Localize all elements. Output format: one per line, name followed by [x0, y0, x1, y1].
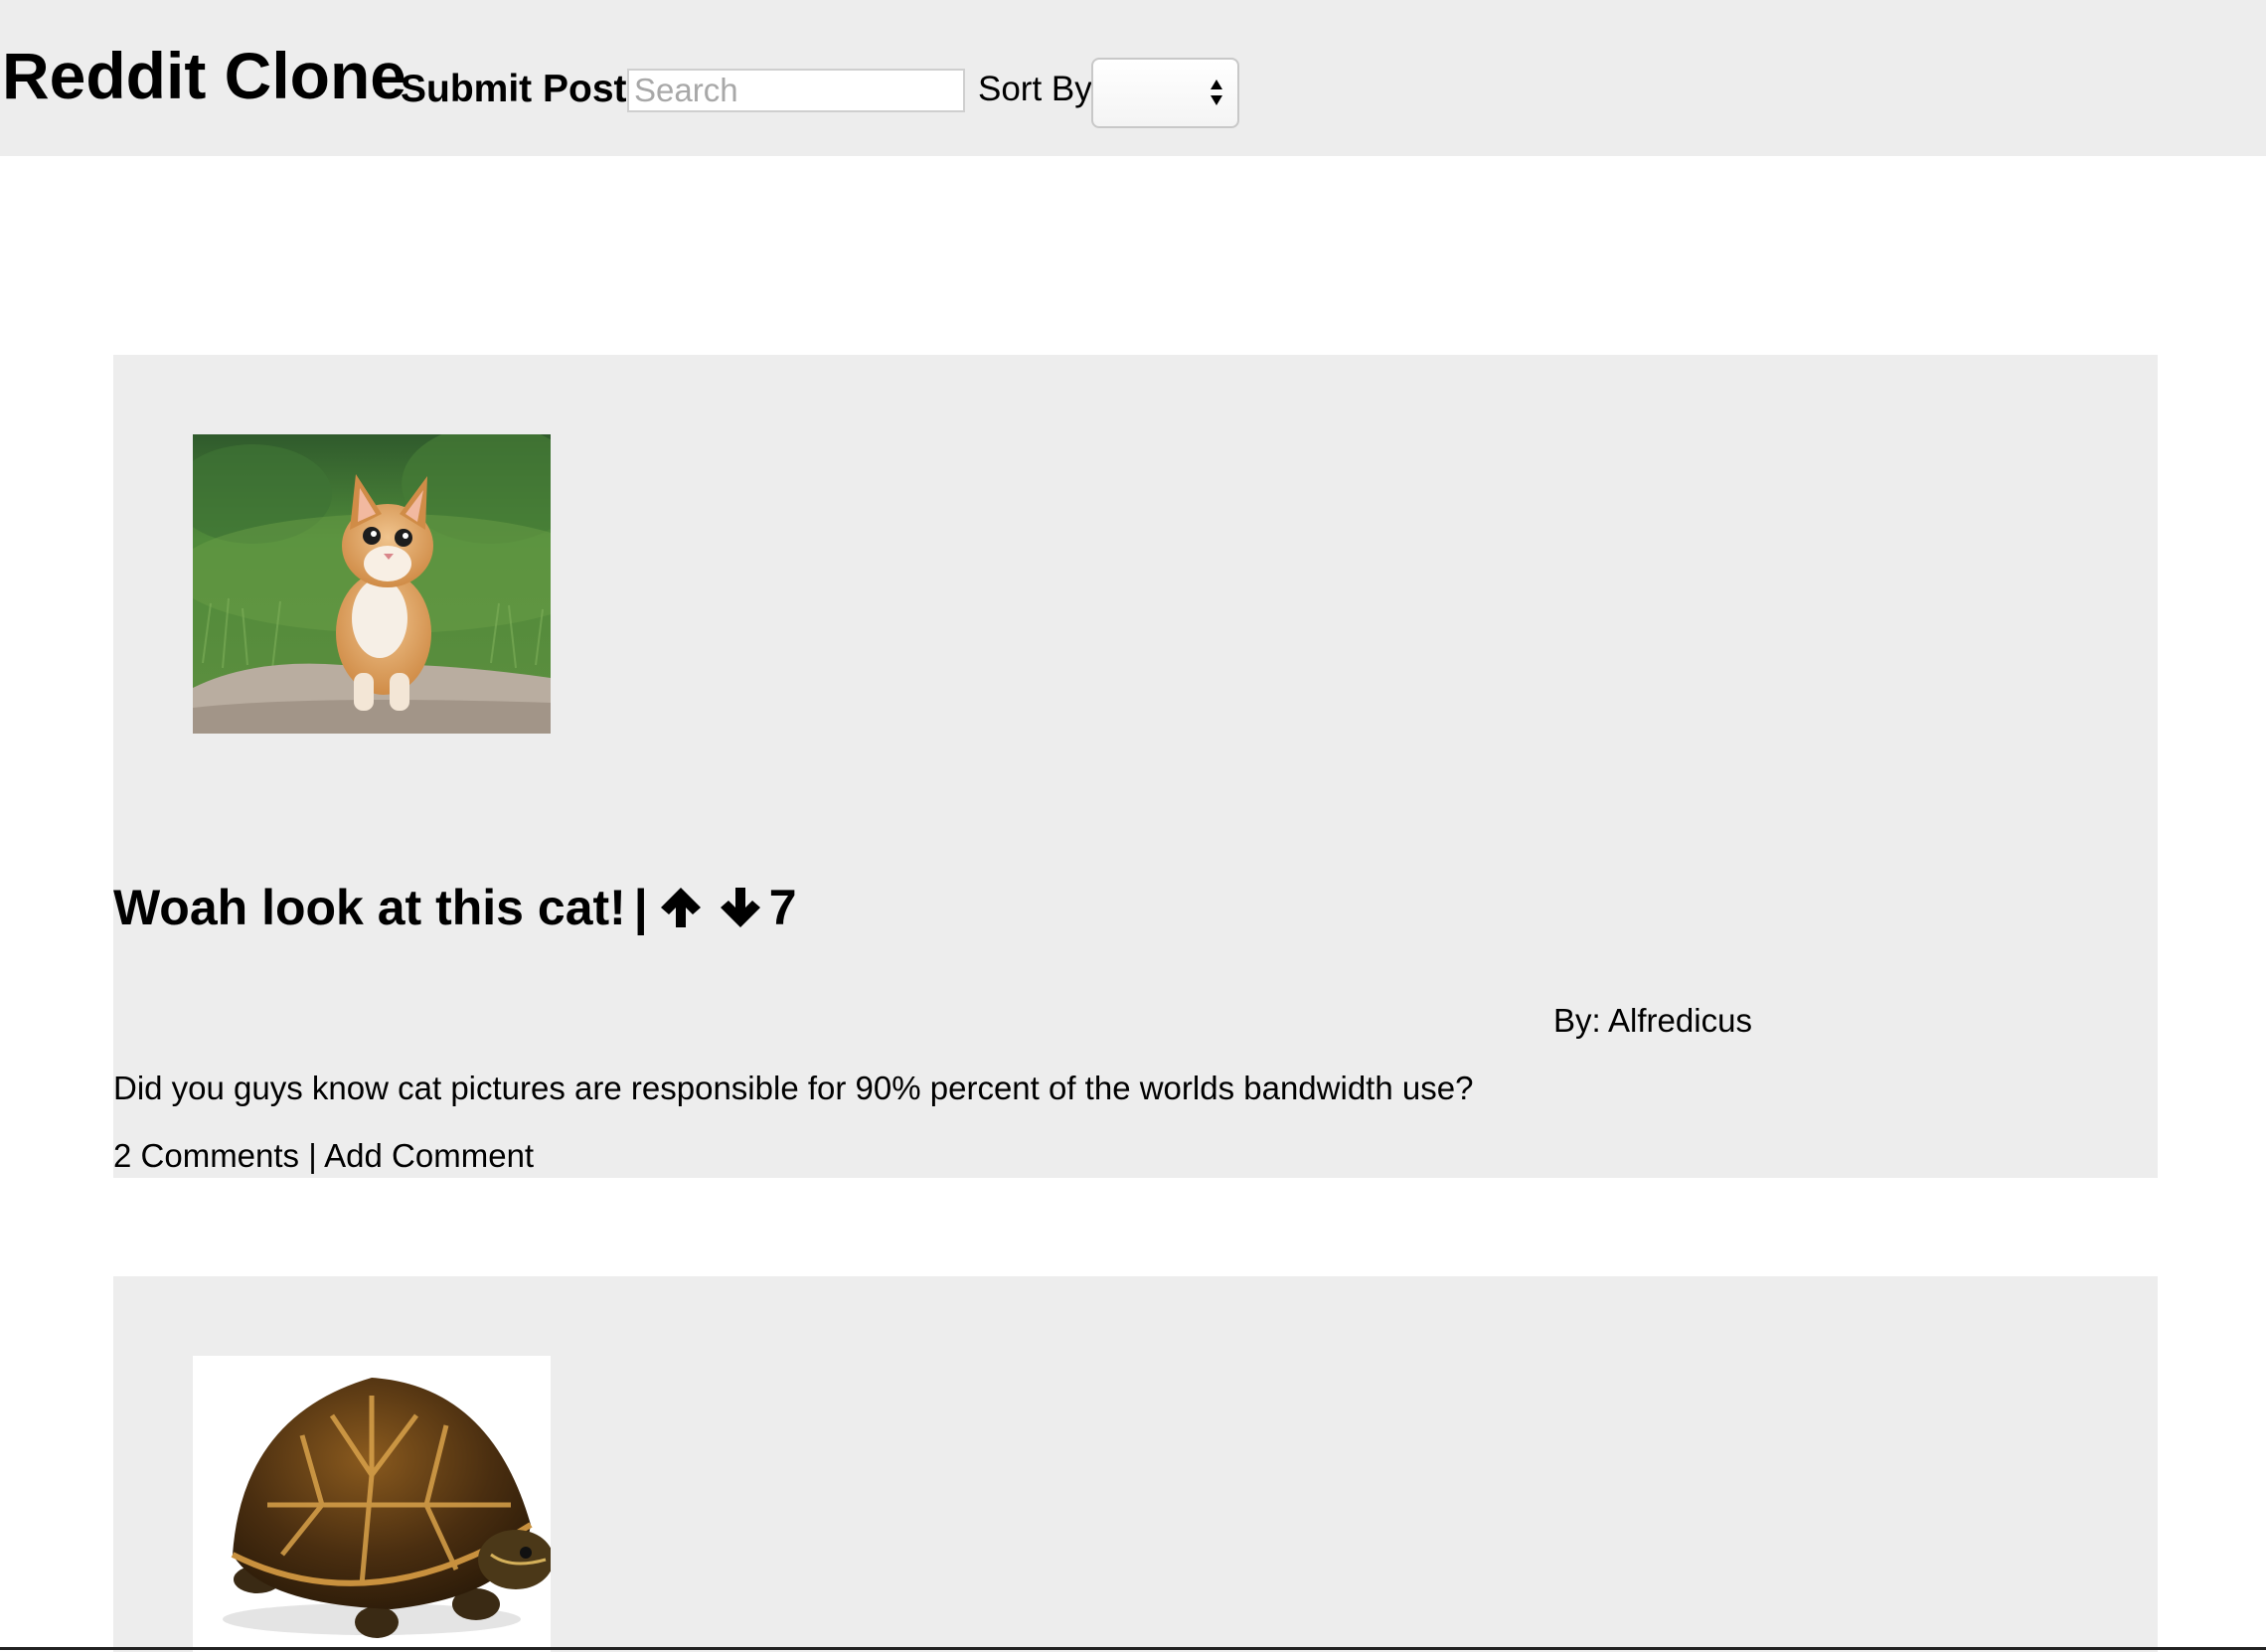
sort-by-label: Sort By	[978, 70, 1092, 108]
title-separator: |	[633, 880, 648, 935]
arrow-up-icon[interactable]	[658, 885, 704, 930]
actions-separator: |	[308, 1137, 317, 1174]
arrow-down-icon[interactable]	[718, 885, 763, 930]
chevron-up-down-icon	[1211, 80, 1222, 105]
post-card	[113, 1276, 2158, 1652]
post-thumbnail-turtle[interactable]	[193, 1356, 551, 1652]
post-title: Woah look at this cat! | 7	[113, 878, 797, 937]
sort-select[interactable]	[1091, 58, 1239, 128]
brand-title[interactable]: Reddit Clone	[2, 36, 406, 115]
author-name[interactable]: Alfredicus	[1608, 1002, 1752, 1039]
comments-link[interactable]: 2 Comments	[113, 1137, 299, 1174]
author-prefix: By:	[1553, 1002, 1601, 1039]
page: Reddit Clone Submit Post Sort By	[0, 0, 2266, 1652]
post-title-text[interactable]: Woah look at this cat!	[113, 880, 626, 935]
post-author: By: Alfredicus	[1553, 1001, 1752, 1041]
post-card: Woah look at this cat! | 7 By: Alfredicus…	[113, 355, 2158, 1178]
submit-post-link[interactable]: Submit Post	[401, 66, 627, 113]
post-body: Did you guys know cat pictures are respo…	[113, 1070, 1474, 1106]
search-input[interactable]	[627, 69, 965, 112]
post-actions: 2 Comments | Add Comment	[113, 1136, 534, 1176]
post-thumbnail-kitten[interactable]	[193, 434, 551, 734]
add-comment-link[interactable]: Add Comment	[324, 1137, 534, 1174]
top-header: Reddit Clone Submit Post Sort By	[0, 0, 2266, 156]
vote-count: 7	[768, 880, 797, 935]
bottom-divider	[0, 1647, 2266, 1650]
